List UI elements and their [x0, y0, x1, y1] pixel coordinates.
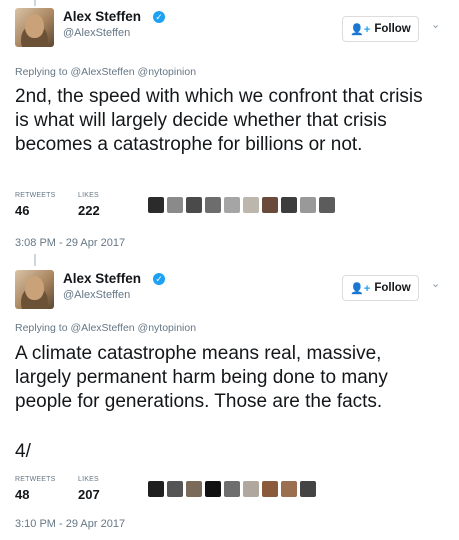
liker-avatar[interactable] [186, 197, 202, 213]
tweet-1: Alex Steffen ✓ @AlexSteffen 👤+ Follow ⌄ … [0, 0, 459, 266]
liker-avatar[interactable] [262, 197, 278, 213]
verified-icon: ✓ [153, 11, 165, 23]
tweet-text-continued: 4/ [15, 441, 31, 462]
avatar[interactable] [15, 8, 54, 47]
retweets-count[interactable]: 46 [15, 203, 29, 218]
tweet-text: A climate catastrophe means real, massiv… [15, 343, 388, 412]
replying-to: Replying to @AlexSteffen @nytopinion [15, 66, 197, 78]
likes-label: LIKES [78, 476, 99, 483]
author-name[interactable]: Alex Steffen [63, 9, 141, 24]
follow-icon: 👤+ [350, 282, 371, 295]
likes-count[interactable]: 207 [78, 487, 100, 502]
retweets-count[interactable]: 48 [15, 487, 29, 502]
liker-avatar[interactable] [300, 481, 316, 497]
chevron-down-icon[interactable]: ⌄ [431, 18, 440, 31]
liker-avatar[interactable] [205, 481, 221, 497]
liker-avatar[interactable] [224, 197, 240, 213]
liker-avatars [148, 197, 335, 213]
liker-avatar[interactable] [205, 197, 221, 213]
chevron-down-icon[interactable]: ⌄ [431, 277, 440, 290]
author-handle[interactable]: @AlexSteffen [63, 27, 130, 39]
thread-line-top [34, 0, 36, 6]
follow-button[interactable]: 👤+ Follow [342, 16, 419, 42]
liker-avatar[interactable] [262, 481, 278, 497]
liker-avatar[interactable] [281, 197, 297, 213]
liker-avatar[interactable] [167, 481, 183, 497]
liker-avatar[interactable] [243, 481, 259, 497]
tweet-2: Alex Steffen ✓ @AlexSteffen 👤+ Follow ⌄ … [0, 262, 459, 540]
liker-avatar[interactable] [167, 197, 183, 213]
liker-avatar[interactable] [224, 481, 240, 497]
tweet-text: 2nd, the speed with which we confront th… [15, 86, 423, 155]
likes-label: LIKES [78, 192, 99, 199]
liker-avatars [148, 481, 316, 497]
liker-avatar[interactable] [186, 481, 202, 497]
author-name[interactable]: Alex Steffen [63, 271, 141, 286]
liker-avatar[interactable] [148, 197, 164, 213]
retweets-label: RETWEETS [15, 192, 56, 199]
verified-icon: ✓ [153, 273, 165, 285]
author-handle[interactable]: @AlexSteffen [63, 289, 130, 301]
follow-button[interactable]: 👤+ Follow [342, 275, 419, 301]
liker-avatar[interactable] [281, 481, 297, 497]
follow-icon: 👤+ [350, 23, 371, 36]
avatar[interactable] [15, 270, 54, 309]
liker-avatar[interactable] [243, 197, 259, 213]
follow-label: Follow [374, 282, 411, 294]
timestamp[interactable]: 3:10 PM - 29 Apr 2017 [15, 518, 125, 530]
likes-count[interactable]: 222 [78, 203, 100, 218]
liker-avatar[interactable] [300, 197, 316, 213]
retweets-label: RETWEETS [15, 476, 56, 483]
liker-avatar[interactable] [148, 481, 164, 497]
follow-label: Follow [374, 23, 411, 35]
timestamp[interactable]: 3:08 PM - 29 Apr 2017 [15, 237, 125, 249]
replying-to: Replying to @AlexSteffen @nytopinion [15, 322, 197, 334]
liker-avatar[interactable] [319, 197, 335, 213]
